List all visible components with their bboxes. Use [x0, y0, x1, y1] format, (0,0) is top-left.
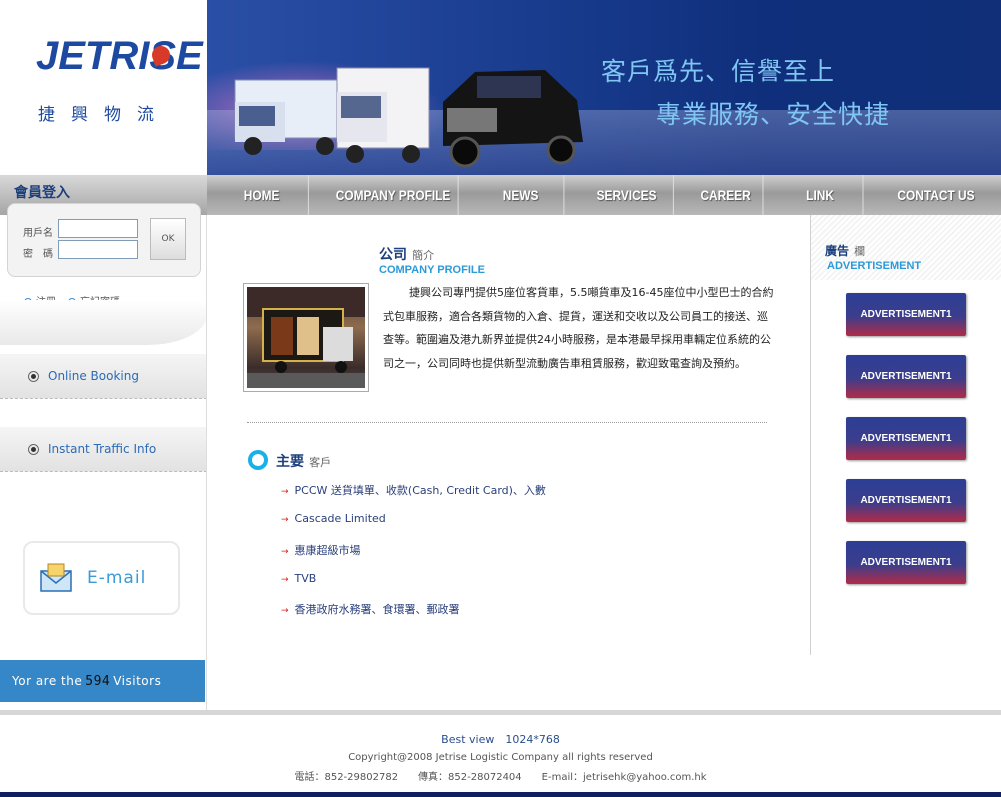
left-wave-decoration — [0, 300, 207, 345]
profile-description: 捷興公司專門提供5座位客貨車，5.5噸貨車及16-45座位中小型巴士的合約式包車… — [383, 286, 774, 370]
ads-heading: 廣告 欄 — [825, 244, 866, 258]
nav-services[interactable]: SERVICES — [580, 175, 674, 215]
profile-heading: 公司 簡介 — [379, 247, 435, 263]
advertisement-button[interactable]: ADVERTISEMENT1 — [846, 541, 966, 584]
arrow-icon: → — [281, 606, 289, 616]
envelope-icon — [40, 563, 72, 592]
logo-area[interactable]: JETRISE 捷興物流 — [0, 0, 207, 175]
left-divider — [206, 215, 207, 710]
footer-bottom-bar — [0, 792, 1001, 797]
ad-truck-image — [247, 287, 365, 388]
suv-icon — [443, 70, 583, 168]
nav-career[interactable]: CAREER — [689, 175, 764, 215]
best-view-note: Best view 1024*768 — [441, 733, 560, 746]
slogan-line-1: 客戶爲先、信譽至上 — [601, 57, 836, 86]
box-truck-icon — [336, 67, 430, 163]
advertisement-button[interactable]: ADVERTISEMENT1 — [846, 355, 966, 398]
client-item: → TVB — [281, 572, 317, 585]
email-label: E-mail — [87, 568, 147, 588]
advertisement-button[interactable]: ADVERTISEMENT1 — [846, 479, 966, 522]
username-input[interactable] — [58, 219, 138, 238]
ads-heading-en: ADVERTISEMENT — [827, 260, 922, 272]
nav-link[interactable]: LINK — [778, 175, 864, 215]
nav-contact-us[interactable]: CONTACT US — [881, 175, 992, 215]
white-truck-icon — [234, 79, 346, 155]
nav-news[interactable]: NEWS — [478, 175, 565, 215]
client-item: → 惠康超級市場 — [281, 544, 361, 557]
login-ok-button[interactable]: OK — [150, 218, 186, 260]
dotted-divider — [247, 422, 767, 423]
advertisement-button[interactable]: ADVERTISEMENT1 — [846, 417, 966, 460]
circle-icon — [248, 450, 268, 470]
password-input[interactable] — [58, 240, 138, 259]
right-divider — [810, 215, 811, 655]
nav-company-profile[interactable]: COMPANY PROFILE — [328, 175, 459, 215]
online-booking-button[interactable]: Online Booking — [0, 353, 207, 399]
copyright: Copyright@2008 Jetrise Logistic Company … — [348, 752, 653, 763]
advertisement-button[interactable]: ADVERTISEMENT1 — [846, 293, 966, 336]
nav-home[interactable]: HOME — [215, 175, 309, 215]
arrow-icon: → — [281, 575, 289, 585]
header-banner: 客戶爲先、信譽至上 專業服務、安全快捷 — [207, 0, 1001, 175]
visitor-count: 594 — [85, 673, 111, 689]
company-photo — [243, 283, 369, 392]
radio-icon — [28, 443, 39, 455]
password-label: 密 碼 — [23, 249, 53, 260]
instant-traffic-button[interactable]: Instant Traffic Info — [0, 426, 207, 472]
main-nav: HOME COMPANY PROFILE NEWS SERVICES CAREE… — [207, 175, 1001, 215]
footer: Best view 1024*768 Copyright@2008 Jetris… — [0, 715, 1001, 792]
profile-heading-en: COMPANY PROFILE — [379, 264, 485, 276]
logo-wordmark: JETRISE — [36, 34, 203, 78]
client-item: → PCCW 送貨填單、收款(Cash, Credit Card)、入數 — [281, 484, 546, 497]
client-item: → Cascade Limited — [281, 512, 386, 525]
contact-info: 電話：852-29802782 傳真：852-28072404 E-mail：j… — [294, 772, 707, 783]
arrow-icon: → — [281, 515, 289, 525]
login-title: 會員登入 — [14, 185, 70, 201]
radio-icon — [28, 370, 39, 382]
email-button[interactable]: E-mail — [23, 541, 180, 615]
visitor-counter: Yor are the 594 Visitors — [0, 660, 205, 702]
vehicles-illustration — [234, 67, 583, 168]
logo-chinese: 捷興物流 — [38, 105, 170, 125]
clients-heading: 主要 客戶 — [276, 454, 332, 470]
arrow-icon: → — [281, 487, 289, 497]
arrow-icon: → — [281, 547, 289, 557]
username-label: 用戶名 — [23, 228, 53, 239]
slogan-line-2: 專業服務、安全快捷 — [656, 100, 891, 129]
client-item: → 香港政府水務署、食環署、郵政署 — [281, 603, 460, 616]
